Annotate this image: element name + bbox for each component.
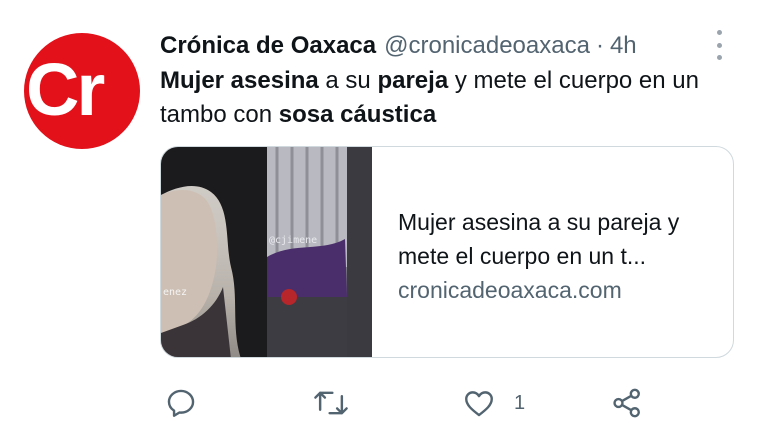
more-options-icon[interactable] (712, 30, 726, 60)
link-card[interactable]: enez @cjimene Mujer asesina a su pareja … (160, 146, 734, 358)
reply-button[interactable] (164, 385, 198, 421)
like-button[interactable]: 1 (462, 385, 525, 421)
author-name[interactable]: Crónica de Oaxaca (160, 32, 376, 60)
thumbnail-left-photo: enez (161, 147, 267, 357)
retweet-button[interactable] (312, 385, 350, 421)
thumbnail-watermark-right: @cjimene (269, 235, 317, 246)
more-dot (716, 55, 722, 60)
tweet-text-bold: pareja (377, 67, 449, 94)
tweet-text-bold: sosa cáustica (278, 101, 437, 128)
tweet-text-plain: a su (318, 67, 378, 94)
action-bar: 1 (0, 385, 760, 421)
share-icon (613, 388, 640, 418)
more-dot (716, 42, 722, 48)
tweet-text: Mujer asesina a su pareja y mete el cuer… (160, 64, 740, 132)
reply-icon (167, 389, 195, 417)
thumbnail-right-photo: @cjimene (267, 147, 372, 357)
avatar[interactable]: Cr (24, 33, 140, 149)
card-thumbnail: enez @cjimene (161, 147, 372, 357)
more-dot (716, 30, 722, 35)
thumbnail-watermark-left: enez (163, 287, 187, 298)
tweet-time[interactable]: 4h (610, 32, 637, 60)
avatar-logo-text: Cr (26, 48, 105, 131)
like-count: 1 (514, 391, 526, 414)
share-button[interactable] (610, 385, 644, 421)
separator-dot: · (595, 32, 604, 59)
card-domain: cronicadeoaxaca.com (398, 277, 622, 303)
card-info: Mujer asesina a su pareja y mete el cuer… (398, 205, 718, 307)
card-title: Mujer asesina a su pareja y mete el cuer… (398, 209, 680, 269)
retweet-icon (314, 391, 348, 415)
tweet-text-bold: Mujer asesina (160, 67, 319, 94)
author-handle[interactable]: @cronicadeoaxaca (384, 32, 590, 60)
heart-icon (465, 391, 493, 417)
tweet-header: Crónica de Oaxaca @cronicadeoaxaca · 4h (160, 30, 637, 62)
